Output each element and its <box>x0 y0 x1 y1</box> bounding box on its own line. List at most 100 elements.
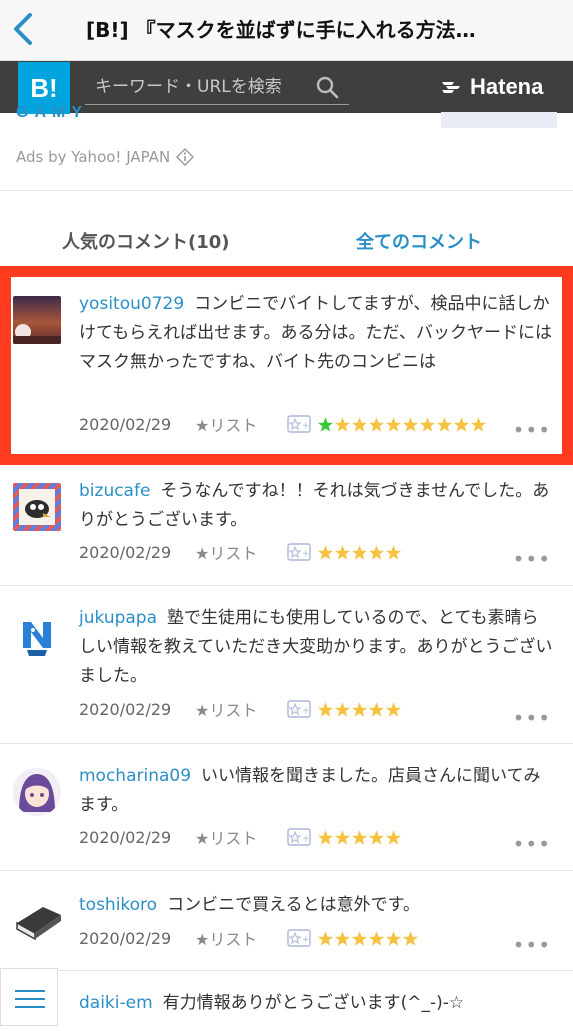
add-star-icon[interactable]: + <box>287 543 311 561</box>
svg-text:+: + <box>302 421 310 431</box>
more-options-button[interactable]: ••• <box>513 706 551 730</box>
add-star-icon[interactable]: + <box>287 700 311 718</box>
star-row <box>317 544 402 561</box>
star-list-button[interactable]: ★リスト <box>195 412 287 436</box>
star-icon <box>385 701 402 717</box>
star-icon <box>334 829 351 845</box>
more-options-button[interactable]: ••• <box>513 832 551 856</box>
comment-body: mocharina09 いい情報を聞きました。店員さんに聞いてみます。 <box>79 762 555 820</box>
star-icon <box>385 930 402 946</box>
star-icon <box>317 544 334 560</box>
blue-character-avatar-image <box>13 610 61 658</box>
hamburger-menu-icon <box>15 990 45 1008</box>
sunset-avatar-image <box>13 296 61 344</box>
star-icon <box>351 416 368 432</box>
ads-by-label[interactable]: Ads by Yahoo! JAPAN <box>16 148 195 166</box>
avatar[interactable] <box>13 483 61 531</box>
comment-text: 有力情報ありがとうございます(^_-)-☆ <box>162 993 465 1013</box>
star-icon <box>368 544 385 560</box>
comment-text: コンビニで買えるとは意外です。 <box>167 895 420 915</box>
comment-meta: 2020/02/29 ★リスト + <box>79 927 419 949</box>
comment-user[interactable]: mocharina09 <box>79 766 191 786</box>
star-icon <box>334 544 351 560</box>
comment-body: toshikoro コンビニで買えるとは意外です。 <box>79 891 555 920</box>
avatar[interactable] <box>13 893 65 941</box>
comment-date: 2020/02/29 <box>79 542 172 562</box>
comment-item: yositou0729 コンビニでバイトしてますが、検品中に話しかけてもらえれば出… <box>0 266 573 465</box>
comment-item: jukupapa 塾で生徒用にも使用しているので、とても素晴らしい情報を教えていた… <box>0 586 573 743</box>
svg-text:+: + <box>302 935 310 945</box>
star-icon <box>317 930 334 946</box>
comment-item: mocharina09 いい情報を聞きました。店員さんに聞いてみます。 2020/… <box>0 744 573 870</box>
star-icon <box>385 829 402 845</box>
star-icon <box>351 829 368 845</box>
comment-date: 2020/02/29 <box>79 699 172 719</box>
search-input[interactable] <box>85 70 315 104</box>
star-list-button[interactable]: ★リスト <box>195 540 287 564</box>
ad-info-icon[interactable] <box>176 148 195 166</box>
star-icon <box>368 416 385 432</box>
more-options-button[interactable]: ••• <box>513 933 551 957</box>
comment-meta: 2020/02/29 ★リスト + <box>79 826 402 848</box>
ad-brand-fragment[interactable]: GAMY <box>16 104 88 122</box>
tab-all-comments[interactable]: 全てのコメント <box>356 228 482 254</box>
hatena-brand-text: Hatena <box>470 74 544 99</box>
avatar[interactable] <box>13 296 61 344</box>
tab-popular-comments[interactable]: 人気のコメント(10) <box>62 228 230 254</box>
striped-avatar-image <box>13 483 61 531</box>
comment-item: daiki-em 有力情報ありがとうございます(^_-)-☆ <box>0 971 573 1024</box>
star-list-button[interactable]: ★リスト <box>195 825 287 849</box>
search-box <box>85 70 349 105</box>
star-icon <box>351 930 368 946</box>
svg-text:+: + <box>302 706 310 716</box>
comment-user[interactable]: daiki-em <box>79 993 153 1013</box>
comment-user[interactable]: toshikoro <box>79 895 157 915</box>
hatena-brand[interactable]: Hatena <box>440 72 543 102</box>
comment-user[interactable]: yositou0729 <box>79 294 184 314</box>
star-icon <box>385 544 402 560</box>
add-star-icon[interactable]: + <box>287 929 311 947</box>
star-icon <box>334 416 351 432</box>
star-icon <box>385 416 402 432</box>
menu-button[interactable] <box>0 968 58 1026</box>
star-icon <box>368 930 385 946</box>
comment-body: yositou0729 コンビニでバイトしてますが、検品中に話しかけてもらえれば出… <box>79 290 555 377</box>
comment-meta: 2020/02/29 ★リスト + <box>79 413 487 435</box>
add-star-icon[interactable]: + <box>287 828 311 846</box>
comment-meta: 2020/02/29 ★リスト + <box>79 541 402 563</box>
star-list-button[interactable]: ★リスト <box>195 697 287 721</box>
comment-body: bizucafe そうなんですね！！それは気づきませんでした。ありがとうございます… <box>79 477 555 535</box>
star-icon <box>368 701 385 717</box>
svg-text:+: + <box>302 549 310 559</box>
comment-body: daiki-em 有力情報ありがとうございます(^_-)-☆ <box>79 989 555 1018</box>
comment-user[interactable]: jukupapa <box>79 608 157 628</box>
comment-user[interactable]: bizucafe <box>79 481 150 501</box>
book-avatar-image <box>13 893 65 941</box>
star-row <box>317 829 402 846</box>
comment-body: jukupapa 塾で生徒用にも使用しているので、とても素晴らしい情報を教えていた… <box>79 604 555 691</box>
star-icon <box>419 416 436 432</box>
chevron-left-icon <box>14 13 32 45</box>
avatar[interactable] <box>13 768 61 816</box>
browser-top-bar: [B!] 『マスクを並ばずに手に入れる方法… <box>0 0 573 61</box>
ads-by-text: Ads by Yahoo! JAPAN <box>16 148 171 166</box>
comment-meta: 2020/02/29 ★リスト + <box>79 698 402 720</box>
more-options-button[interactable]: ••• <box>513 547 551 571</box>
comment-item: toshikoro コンビニで買えるとは意外です。 2020/02/29 ★リスト… <box>0 871 573 969</box>
comment-date: 2020/02/29 <box>79 414 172 434</box>
anime-avatar-image <box>13 768 61 816</box>
avatar[interactable] <box>13 610 61 658</box>
star-icon <box>351 544 368 560</box>
svg-text:+: + <box>302 834 310 844</box>
star-row <box>317 701 402 718</box>
more-options-button[interactable]: ••• <box>513 418 551 442</box>
back-button[interactable] <box>10 12 40 46</box>
comment-item: bizucafe そうなんですね！！それは気づきませんでした。ありがとうございます… <box>0 465 573 585</box>
add-star-icon[interactable]: + <box>287 415 311 433</box>
star-icon <box>402 416 419 432</box>
ad-image[interactable] <box>441 112 557 128</box>
star-list-button[interactable]: ★リスト <box>195 926 287 950</box>
search-icon[interactable] <box>315 75 339 99</box>
star-icon <box>351 701 368 717</box>
star-row <box>317 930 419 947</box>
